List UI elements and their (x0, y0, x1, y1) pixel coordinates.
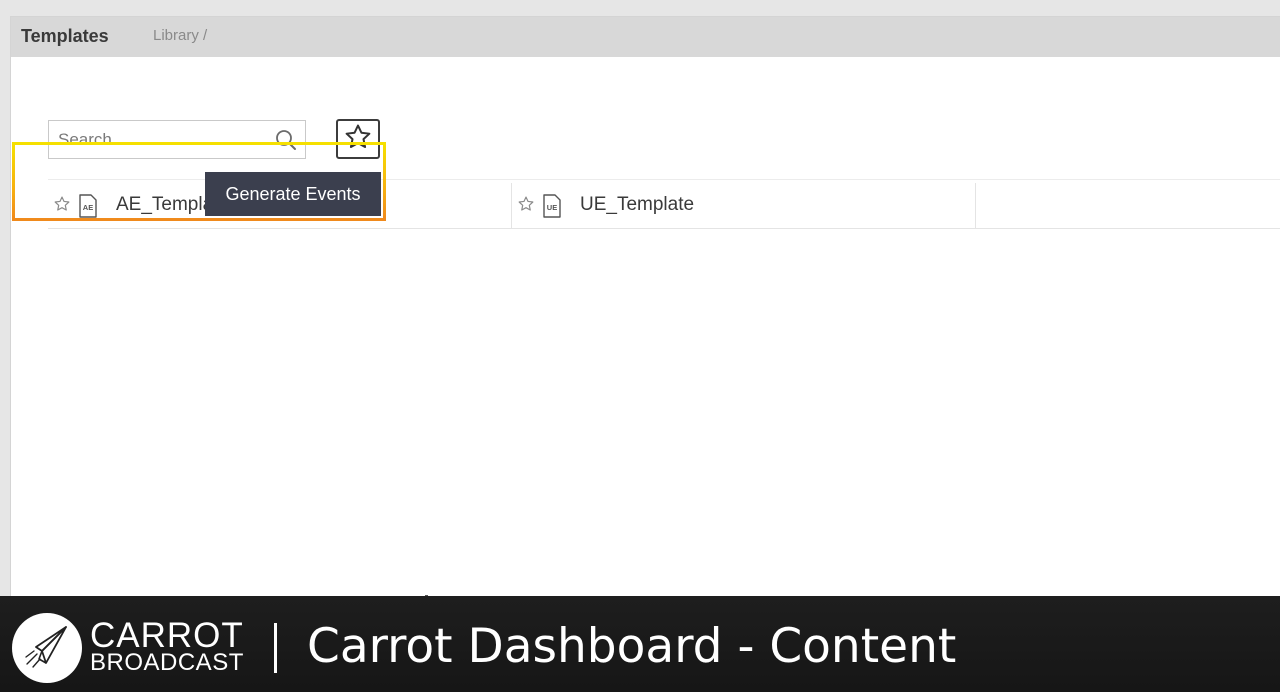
search-box (48, 120, 306, 159)
favorite-star-icon[interactable] (517, 195, 535, 213)
panel-header: Templates Library / (11, 17, 1280, 57)
favorites-filter-button[interactable] (336, 119, 380, 159)
brand-subname: BROADCAST (90, 649, 244, 676)
content-area: AE AE_Template UE UE_Template (15, 57, 1280, 596)
svg-text:AE: AE (83, 203, 93, 212)
generate-events-tooltip[interactable]: Generate Events (205, 172, 381, 216)
search-input[interactable] (49, 121, 269, 158)
footer-separator (274, 623, 277, 673)
search-icon[interactable] (275, 129, 297, 151)
templates-panel: Templates Library / Search AE AE_Templat… (10, 16, 1280, 596)
panel-title: Templates (21, 26, 109, 46)
favorite-star-icon[interactable] (53, 195, 71, 213)
paper-plane-icon (22, 621, 72, 676)
ue-file-icon: UE (542, 194, 562, 218)
star-outline-icon (343, 122, 373, 157)
template-name[interactable]: UE_Template (580, 194, 694, 216)
carrot-logo (12, 613, 82, 683)
footer-title: Carrot Dashboard - Content (307, 619, 957, 674)
breadcrumb[interactable]: Library / (153, 27, 207, 44)
ae-file-icon: AE (78, 194, 98, 218)
template-tile-ue[interactable]: UE UE_Template (512, 183, 976, 228)
svg-text:UE: UE (547, 203, 557, 212)
footer-banner: CARROT BROADCAST Carrot Dashboard - Cont… (0, 596, 1280, 692)
